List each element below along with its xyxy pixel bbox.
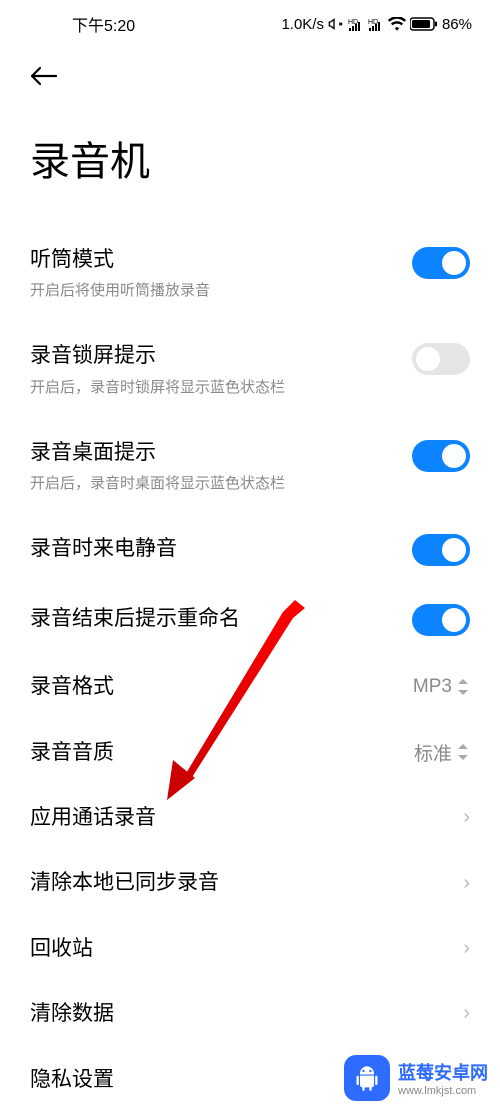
setting-recycle-bin[interactable]: 回收站 › [30,916,470,981]
toggle-earpiece[interactable] [412,247,470,279]
status-signal-2-icon: HD [368,17,384,31]
setting-title: 录音锁屏提示 [30,341,412,370]
setting-title: 应用通话录音 [30,803,463,832]
setting-title: 清除数据 [30,999,463,1028]
toggle-rename-prompt[interactable] [412,604,470,636]
setting-lockscreen-hint[interactable]: 录音锁屏提示 开启后，录音时锁屏将显示蓝色状态栏 [30,321,470,417]
status-battery-icon [410,17,438,31]
setting-title: 录音格式 [30,672,413,701]
toggle-mute-incoming[interactable] [412,534,470,566]
chevron-right-icon: › [463,937,470,960]
setting-desktop-hint[interactable]: 录音桌面提示 开启后，录音时桌面将显示蓝色状态栏 [30,418,470,514]
chevron-right-icon: › [463,872,470,895]
status-wifi-icon [388,17,406,31]
status-bar: 下午5:20 1.0K/s HD HD 86% [0,0,500,48]
setting-title: 回收站 [30,934,463,963]
setting-value: MP3 [413,676,452,698]
toggle-desktop[interactable] [412,440,470,472]
watermark-logo-icon [344,1055,390,1101]
setting-desc: 开启后，录音时锁屏将显示蓝色状态栏 [30,377,412,398]
settings-list: 听筒模式 开启后将使用听筒播放录音 录音锁屏提示 开启后，录音时锁屏将显示蓝色状… [0,225,500,1112]
setting-desc: 开启后，录音时桌面将显示蓝色状态栏 [30,473,412,494]
setting-title: 清除本地已同步录音 [30,868,463,897]
setting-quality[interactable]: 录音音质 标准 [30,720,470,785]
setting-rename-prompt[interactable]: 录音结束后提示重命名 [30,584,470,654]
setting-mute-incoming[interactable]: 录音时来电静音 [30,514,470,584]
setting-title: 录音音质 [30,738,414,767]
status-right: 1.0K/s HD HD 86% [281,16,472,33]
setting-title: 听筒模式 [30,245,412,274]
chevron-right-icon: › [463,806,470,829]
watermark-title: 蓝莓安卓网 [398,1059,488,1085]
watermark-url: www.lmkjst.com [398,1085,488,1097]
status-speed: 1.0K/s [281,16,324,33]
setting-desc: 开启后将使用听筒播放录音 [30,280,412,301]
setting-earpiece-mode[interactable]: 听筒模式 开启后将使用听筒播放录音 [30,225,470,321]
status-time: 下午5:20 [72,12,135,36]
back-arrow-icon [30,66,58,86]
setting-format[interactable]: 录音格式 MP3 [30,654,470,719]
setting-value: 标准 [414,739,452,766]
updown-icon [458,679,470,695]
watermark: 蓝莓安卓网 www.lmkjst.com [344,1055,488,1101]
status-mute-icon [328,16,344,32]
chevron-right-icon: › [463,1002,470,1025]
setting-title: 录音时来电静音 [30,534,412,563]
setting-clear-synced[interactable]: 清除本地已同步录音 › [30,850,470,915]
page-title: 录音机 [0,109,500,225]
setting-title: 录音桌面提示 [30,438,412,467]
setting-title: 录音结束后提示重命名 [30,604,412,633]
updown-icon [458,744,470,760]
status-signal-1-icon: HD [348,17,364,31]
status-battery-percent: 86% [442,16,472,33]
back-button[interactable] [0,48,500,109]
setting-app-call-recording[interactable]: 应用通话录音 › [30,785,470,850]
setting-clear-data[interactable]: 清除数据 › [30,981,470,1046]
toggle-lockscreen[interactable] [412,343,470,375]
